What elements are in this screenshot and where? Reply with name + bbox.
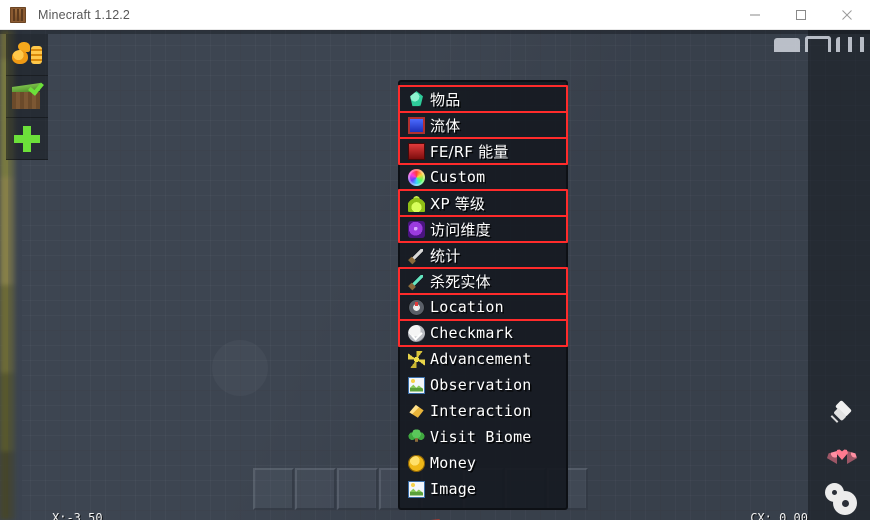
biome-tree-icon bbox=[408, 428, 425, 446]
position-readout: X:-3.50 Y: 1.50 bbox=[52, 478, 103, 520]
minecraft-block-icon bbox=[9, 6, 27, 24]
compass-icon bbox=[408, 298, 425, 316]
fluid-icon bbox=[408, 116, 425, 134]
menu-item-10[interactable]: Advancement bbox=[402, 346, 564, 372]
window-controls bbox=[732, 0, 870, 30]
menu-item-3[interactable]: Custom bbox=[402, 164, 564, 190]
menu-item-0[interactable]: 物品 bbox=[398, 85, 568, 113]
window-titlebar: Minecraft 1.12.2 bbox=[0, 0, 870, 30]
toolbar-icon-1[interactable] bbox=[774, 38, 800, 52]
menu-item-5[interactable]: 访问维度 bbox=[398, 215, 568, 243]
menu-item-6[interactable]: 统计 bbox=[402, 242, 564, 268]
cursor-readout: CX: 0.00 CY: 0.00 bbox=[750, 478, 808, 520]
menu-item-label: 统计 bbox=[430, 246, 461, 265]
sidebar-item-block-selected[interactable] bbox=[6, 76, 48, 118]
top-shade-band bbox=[0, 30, 870, 34]
right-sidebar[interactable] bbox=[816, 394, 868, 520]
toolbar-icon-3[interactable] bbox=[836, 37, 866, 52]
menu-item-4[interactable]: XP 等级 bbox=[398, 189, 568, 217]
hotbar-slot[interactable] bbox=[337, 468, 378, 510]
window-title: Minecraft 1.12.2 bbox=[38, 7, 131, 22]
menu-item-label: XP 等级 bbox=[430, 194, 486, 213]
menu-item-12[interactable]: Interaction bbox=[402, 398, 564, 424]
sidebar-item-settings[interactable] bbox=[816, 478, 868, 520]
image-icon bbox=[408, 480, 425, 498]
menu-item-13[interactable]: Visit Biome bbox=[402, 424, 564, 450]
color-wheel-icon bbox=[408, 168, 425, 186]
menu-item-label: Advancement bbox=[430, 350, 532, 368]
menu-item-label: Interaction bbox=[430, 402, 532, 420]
gears-icon bbox=[827, 486, 857, 512]
menu-item-label: 流体 bbox=[430, 116, 461, 135]
menu-item-label: Location bbox=[430, 298, 504, 316]
green-sword-icon bbox=[408, 273, 425, 290]
interaction-icon bbox=[409, 404, 424, 418]
minimize-button[interactable] bbox=[732, 0, 778, 30]
winged-heart-icon bbox=[827, 445, 857, 469]
menu-item-15[interactable]: Image bbox=[402, 476, 564, 502]
hotbar-slot[interactable] bbox=[253, 468, 294, 510]
sidebar-item-gold[interactable] bbox=[6, 34, 48, 76]
coin-icon bbox=[408, 454, 425, 472]
hotbar-slot[interactable] bbox=[295, 468, 336, 510]
green-plus-icon bbox=[14, 125, 40, 152]
sword-icon bbox=[408, 247, 425, 264]
energy-icon bbox=[408, 142, 425, 160]
menu-item-14[interactable]: Money bbox=[402, 450, 564, 476]
portal-icon bbox=[408, 220, 425, 238]
gold-coins-icon bbox=[12, 41, 42, 68]
maximize-button[interactable] bbox=[778, 0, 824, 30]
menu-item-label: Checkmark bbox=[430, 324, 514, 342]
menu-item-9[interactable]: Checkmark bbox=[398, 319, 568, 347]
sidebar-item-favorite[interactable] bbox=[816, 436, 868, 478]
toolbar-icon-2[interactable] bbox=[805, 36, 831, 52]
menu-item-11[interactable]: Observation bbox=[402, 372, 564, 398]
menu-item-label: FE/RF 能量 bbox=[430, 142, 509, 161]
advancement-icon bbox=[408, 350, 425, 368]
app-window: Minecraft 1.12.2 X:-3.50 CX: 0.00 物品 流体 … bbox=[0, 0, 870, 520]
grass-block-check-icon bbox=[12, 78, 44, 111]
left-sidebar[interactable] bbox=[6, 34, 48, 160]
pushpin-icon bbox=[828, 400, 856, 429]
position-x: X:-3.50 bbox=[52, 511, 103, 520]
sidebar-item-pin[interactable] bbox=[816, 394, 868, 436]
picture-icon bbox=[408, 376, 425, 394]
emerald-icon bbox=[410, 91, 423, 107]
menu-item-label: Image bbox=[430, 480, 477, 498]
world-artifact bbox=[212, 340, 268, 396]
menu-item-8[interactable]: Location bbox=[398, 293, 568, 321]
cursor-x: CX: 0.00 bbox=[750, 511, 808, 520]
xp-orb-icon bbox=[408, 194, 425, 212]
menu-item-label: 访问维度 bbox=[430, 220, 491, 239]
menu-item-label: Visit Biome bbox=[430, 428, 532, 446]
condition-type-menu[interactable]: 物品流体 FE/RF 能量 Custom XP 等级访问维度统计杀死实体 Locatio… bbox=[398, 80, 568, 510]
menu-item-label: Custom bbox=[430, 168, 486, 186]
menu-item-label: 物品 bbox=[430, 90, 461, 109]
menu-item-label: Observation bbox=[430, 376, 532, 394]
close-button[interactable] bbox=[824, 0, 870, 30]
menu-item-1[interactable]: 流体 bbox=[398, 111, 568, 139]
checkmark-icon bbox=[408, 324, 425, 342]
menu-item-label: 杀死实体 bbox=[430, 272, 491, 291]
top-toolbar[interactable] bbox=[774, 30, 866, 52]
menu-item-label: Money bbox=[430, 454, 477, 472]
game-viewport[interactable]: X:-3.50 Y: 1.50 CX: 0.00 CY: 0.00 物品流体 FE… bbox=[0, 30, 870, 520]
menu-item-7[interactable]: 杀死实体 bbox=[398, 267, 568, 295]
sidebar-item-add[interactable] bbox=[6, 118, 48, 160]
menu-item-2[interactable]: FE/RF 能量 bbox=[398, 137, 568, 165]
